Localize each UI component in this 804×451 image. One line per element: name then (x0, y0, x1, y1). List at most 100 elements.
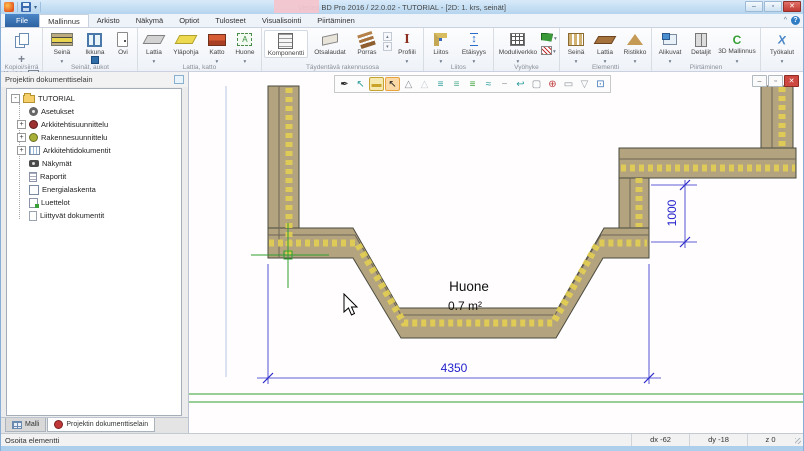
resize-grip[interactable] (793, 434, 803, 446)
zone-mini-buttons (541, 31, 557, 56)
wall-top-right-horizontal[interactable] (619, 148, 796, 178)
component-button[interactable]: Komponentti (264, 30, 308, 58)
recording-overlay-artifact (274, 0, 319, 13)
floor-button[interactable]: Lattia (140, 30, 168, 65)
dimension-height-value: 1000 (665, 199, 679, 226)
tree-item-rakennesuunnittelu[interactable]: +Rakennesuunnittelu (9, 131, 181, 144)
opening-icon[interactable] (91, 56, 99, 64)
collapse-ribbon-icon[interactable]: ^ (784, 17, 787, 24)
tab-optiot[interactable]: Optiot (171, 14, 207, 27)
detach-window-icon[interactable]: ⊡ (593, 77, 608, 91)
window-controls: – ▫ ✕ (745, 1, 801, 12)
expander-icon[interactable]: + (17, 146, 26, 155)
tree-item-luettelot[interactable]: Luettelot (9, 196, 181, 209)
line-icon[interactable]: − (497, 77, 512, 91)
rect-icon[interactable]: ▭ (561, 77, 576, 91)
wall-right[interactable] (619, 176, 649, 228)
mdi-close-button[interactable]: ✕ (784, 75, 799, 87)
distance-button[interactable]: ↕ Etäisyys (457, 30, 491, 65)
subpictures-button[interactable]: Alikuvat (654, 30, 686, 65)
energy-calculation-icon (29, 185, 39, 195)
filter-icon[interactable]: ▽ (577, 77, 592, 91)
scroll-down-button[interactable] (383, 42, 392, 51)
wall-button[interactable]: Seinä (45, 30, 79, 65)
ribbon-group-seinat-aukot: Seinä Ikkuna Ovi Seinät, aukot (43, 28, 138, 71)
window-button[interactable]: Ikkuna (80, 30, 110, 64)
zoom-window-icon[interactable]: ▢ (529, 77, 544, 91)
tree-item-näkymät[interactable]: Näkymät (9, 157, 181, 170)
expander-icon[interactable]: - (11, 94, 20, 103)
help-icon[interactable]: ? (791, 16, 800, 25)
hatch-layers2-icon[interactable]: ≡ (449, 77, 464, 91)
mdi-maximize-button[interactable]: ▫ (768, 75, 783, 87)
window-bottom-border (1, 446, 803, 451)
fascia-button[interactable]: Otsalaudat (309, 30, 351, 56)
zone-red-button[interactable] (541, 44, 557, 56)
zoom-in-icon[interactable]: ⊕ (545, 77, 560, 91)
tree-item-liittyvät-dokumentit[interactable]: Liittyvät dokumentit (9, 209, 181, 222)
element-wall-button[interactable]: Seinä (562, 30, 590, 65)
project-tree: -TUTORIALAsetukset+Arkkitehtisuunnittelu… (7, 89, 181, 222)
copy-button[interactable] (10, 30, 32, 48)
minimize-button[interactable]: – (745, 1, 763, 12)
maximize-button[interactable]: ▫ (764, 1, 782, 12)
tree-item-energialaskenta[interactable]: Energialaskenta (9, 183, 181, 196)
tree-item-tutorial[interactable]: -TUTORIAL (9, 92, 181, 105)
sidebar-tab-projektin-dokumenttiselain[interactable]: Projektin dokumenttiselain (47, 418, 155, 432)
tab-file[interactable]: File (5, 14, 39, 27)
modular-grid-button[interactable]: Moduliverkko (496, 30, 540, 65)
tree-item-label: Arkkitehtidokumentit (43, 146, 111, 155)
tab-mallinnus[interactable]: Mallinnus (39, 14, 89, 27)
ceiling-button[interactable]: Yläpohja (169, 30, 203, 56)
scroll-up-button[interactable] (383, 32, 392, 41)
hatch-layers3-icon[interactable]: ≡ (465, 77, 480, 91)
ribbon-group-label: Liitos (424, 64, 493, 71)
tools-button[interactable]: X Työkalut (763, 30, 801, 65)
tree-item-label: Näkymät (42, 159, 72, 168)
float-panel-icon[interactable] (174, 75, 184, 84)
close-button[interactable]: ✕ (783, 1, 801, 12)
element-floor-button[interactable]: Lattia (591, 30, 619, 65)
ribbon-tabs: FileMallinnusArkistoNäkymäOptiotTulostee… (1, 14, 803, 28)
tab-visualisointi[interactable]: Visualisointi (254, 14, 309, 27)
door-button[interactable]: Ovi (111, 30, 135, 56)
waves-icon[interactable]: ≈ (481, 77, 496, 91)
tab-piirtäminen[interactable]: Piirtäminen (309, 14, 363, 27)
expander-icon[interactable]: + (17, 133, 26, 142)
tree-item-raportit[interactable]: Raportit (9, 170, 181, 183)
drawing-canvas[interactable]: ✒↖▬↖△△≡≡≡≈−↩▢⊕▭▽⊡ – ▫ ✕ (189, 72, 803, 433)
undo-arrow-icon[interactable]: ↩ (513, 77, 528, 91)
stairs-button[interactable]: Porras (352, 30, 382, 56)
sidebar-tab-malli[interactable]: Malli (5, 418, 46, 432)
details-button[interactable]: Detaljit (687, 30, 715, 56)
room-button[interactable]: A Huone (231, 30, 259, 65)
roof-button[interactable]: Katto (204, 30, 230, 65)
tree-item-arkkitehtisuunnittelu[interactable]: +Arkkitehtisuunnittelu (9, 118, 181, 131)
floor-slab-icon (143, 35, 166, 44)
zone-green-button[interactable] (541, 31, 557, 43)
modeling-3d-button[interactable]: C 3D Mallinnus (716, 30, 758, 65)
dropdown-caret-icon (554, 33, 557, 42)
truss-button[interactable]: Ristikko (620, 30, 650, 65)
select-cursor-icon[interactable]: ↖ (385, 77, 400, 91)
tree-item-arkkitehtidokumentit[interactable]: + Arkkitehtidokumentit (9, 144, 181, 157)
expander-icon[interactable]: + (17, 120, 26, 129)
tab-näkymä[interactable]: Näkymä (128, 14, 172, 27)
ribbon-tabrow-right: ^ ? (784, 16, 800, 25)
select-add-icon[interactable]: ↖ (353, 77, 368, 91)
window-icon (87, 33, 102, 47)
measure-icon[interactable]: ▬ (369, 77, 384, 91)
copy-icon (15, 33, 28, 46)
triangle-icon[interactable]: △ (401, 77, 416, 91)
tab-tulosteet[interactable]: Tulosteet (207, 14, 254, 27)
joint-button[interactable]: Liitos (426, 30, 456, 65)
triangle-ghost-icon[interactable]: △ (417, 77, 432, 91)
tree-item-asetukset[interactable]: Asetukset (9, 105, 181, 118)
wall-top-right-vertical[interactable] (761, 86, 793, 148)
hatch-layers-icon[interactable]: ≡ (433, 77, 448, 91)
3d-modeling-icon: C (733, 34, 742, 46)
profile-button[interactable]: I Profiili (393, 30, 421, 65)
tab-arkisto[interactable]: Arkisto (89, 14, 128, 27)
mdi-minimize-button[interactable]: – (752, 75, 767, 87)
pin-icon[interactable]: ✒ (337, 77, 352, 91)
